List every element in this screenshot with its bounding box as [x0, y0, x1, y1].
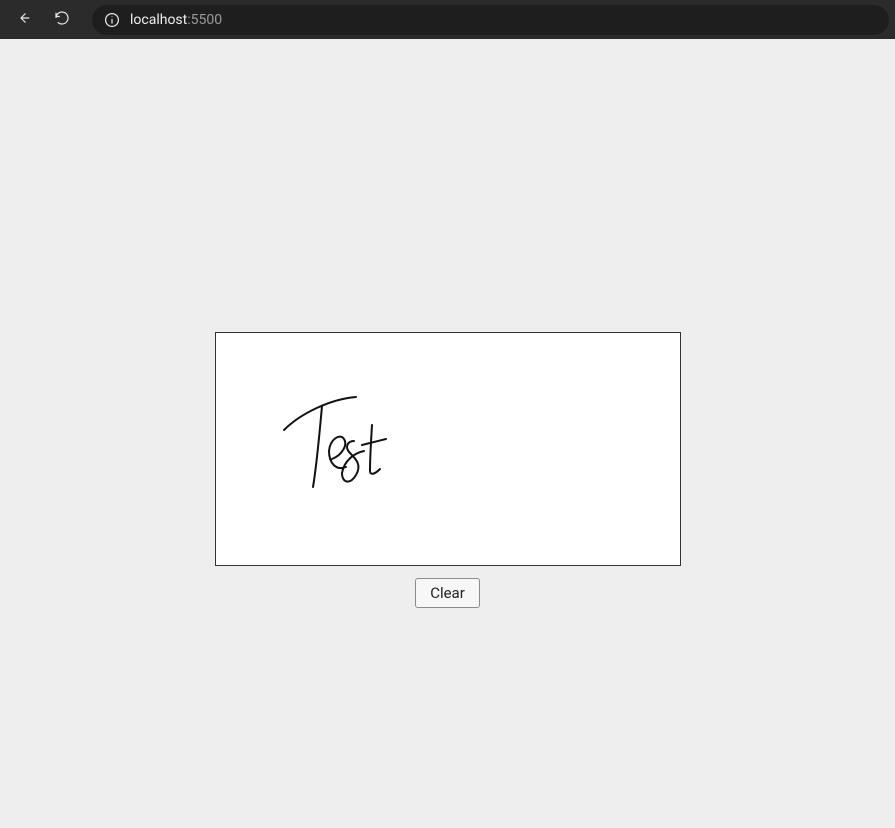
arrow-left-icon	[15, 9, 33, 31]
url-port: :5500	[187, 12, 222, 28]
url-host: localhost	[130, 12, 187, 28]
info-icon	[104, 12, 120, 28]
button-row: Clear	[415, 578, 480, 608]
signature-canvas[interactable]	[215, 332, 681, 566]
browser-toolbar: localhost:5500	[0, 0, 895, 39]
back-button[interactable]	[6, 5, 42, 35]
page-content: Clear	[0, 39, 895, 828]
address-bar[interactable]: localhost:5500	[92, 5, 889, 35]
clear-button[interactable]: Clear	[415, 578, 480, 608]
url-text: localhost:5500	[130, 12, 222, 28]
reload-icon	[53, 9, 71, 31]
reload-button[interactable]	[44, 5, 80, 35]
handwriting-svg	[216, 333, 682, 567]
